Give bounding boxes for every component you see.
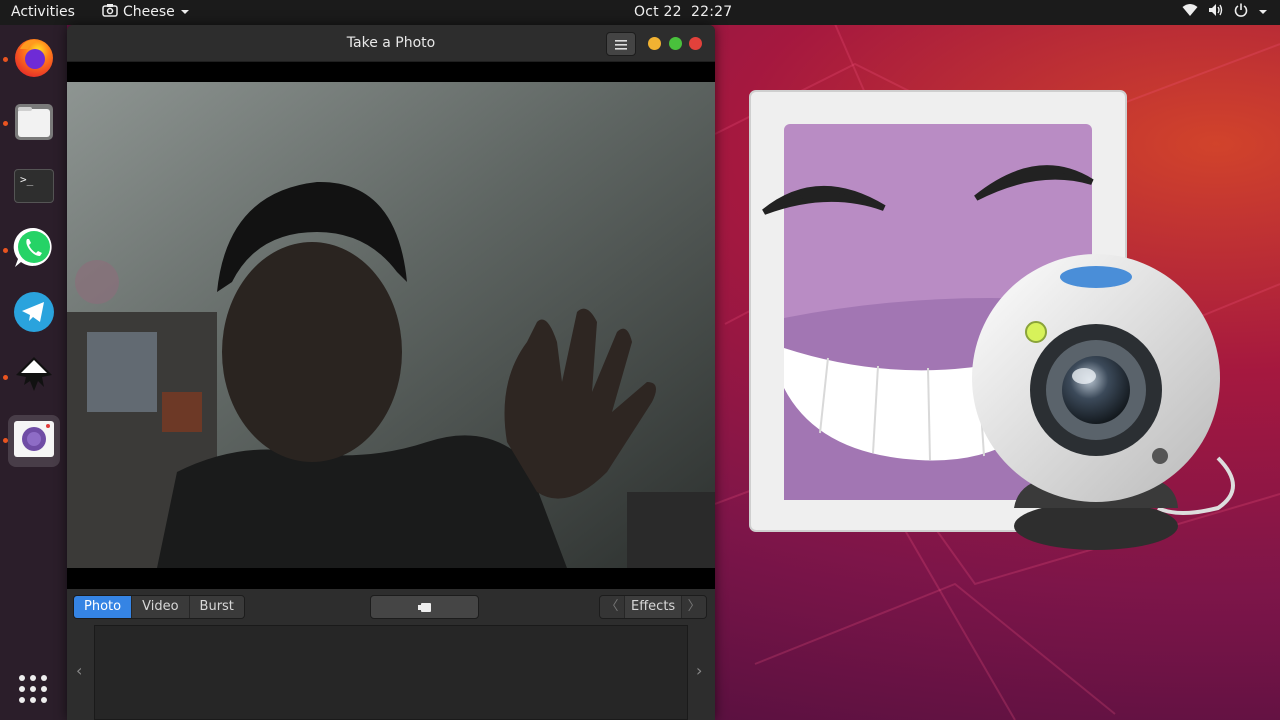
control-bar: Photo Video Burst 〈 Effects 〉 ‹ › (67, 589, 715, 720)
title-bar[interactable]: Take a Photo (67, 25, 715, 62)
thumbnails-scroll-left-button[interactable]: ‹ (76, 661, 82, 680)
app-menu-label: Cheese (123, 4, 175, 20)
dock-item-firefox[interactable] (8, 33, 60, 85)
cheese-icon (12, 419, 56, 463)
clock[interactable]: Oct 22 22:27 (634, 4, 732, 20)
mode-burst-button[interactable]: Burst (189, 596, 244, 618)
date-label: Oct 22 (634, 4, 682, 20)
files-icon (13, 100, 55, 146)
show-apps-button[interactable] (17, 673, 49, 709)
thumbnails-scroll-right-button[interactable]: › (696, 661, 702, 680)
thumbnail-strip[interactable] (94, 625, 688, 720)
inkscape-icon (12, 353, 56, 401)
app-menu[interactable]: Cheese (102, 3, 190, 21)
camera-preview (67, 82, 715, 568)
camera-shutter-icon (417, 598, 432, 617)
activities-button[interactable]: Activities (11, 4, 75, 20)
dock-item-telegram[interactable] (8, 288, 60, 340)
camera-icon (102, 3, 118, 21)
effects-prev-button[interactable]: 〈 (600, 596, 624, 618)
close-button[interactable] (689, 37, 702, 50)
volume-icon (1208, 3, 1224, 21)
effects-button[interactable]: Effects (624, 596, 683, 618)
effects-next-button[interactable]: 〉 (682, 596, 707, 618)
telegram-icon (12, 290, 56, 338)
dock-item-terminal[interactable]: >_ (8, 160, 60, 212)
cheese-window: Take a Photo Photo Video Burst 〈 Effects… (67, 25, 715, 720)
cheese-logo (749, 90, 1235, 550)
chevron-down-icon (1258, 4, 1268, 20)
top-bar: Activities Cheese Oct 22 22:27 (0, 0, 1280, 25)
dock-item-cheese[interactable] (8, 415, 60, 467)
mode-switcher: Photo Video Burst (73, 595, 245, 619)
maximize-button[interactable] (669, 37, 682, 50)
terminal-icon: >_ (14, 169, 54, 203)
mode-photo-button[interactable]: Photo (74, 596, 133, 618)
grid-icon (17, 675, 49, 709)
effects-navigator: 〈 Effects 〉 (599, 595, 708, 619)
dock-item-inkscape[interactable] (8, 351, 60, 403)
chevron-down-icon (180, 4, 190, 20)
power-icon (1234, 3, 1248, 21)
minimize-button[interactable] (648, 37, 661, 50)
dock-item-files[interactable] (8, 97, 60, 149)
camera-viewport (67, 62, 715, 589)
time-label: 22:27 (690, 4, 733, 20)
system-tray[interactable] (1182, 3, 1268, 21)
dock-item-whatsapp[interactable] (8, 224, 60, 276)
menu-button[interactable] (606, 32, 636, 56)
whatsapp-icon (11, 225, 57, 275)
firefox-icon (12, 35, 56, 83)
take-photo-button[interactable] (370, 595, 479, 619)
hamburger-icon (615, 35, 627, 54)
wifi-icon (1182, 3, 1198, 21)
mode-video-button[interactable]: Video (132, 596, 190, 618)
dock: >_ (0, 25, 67, 720)
